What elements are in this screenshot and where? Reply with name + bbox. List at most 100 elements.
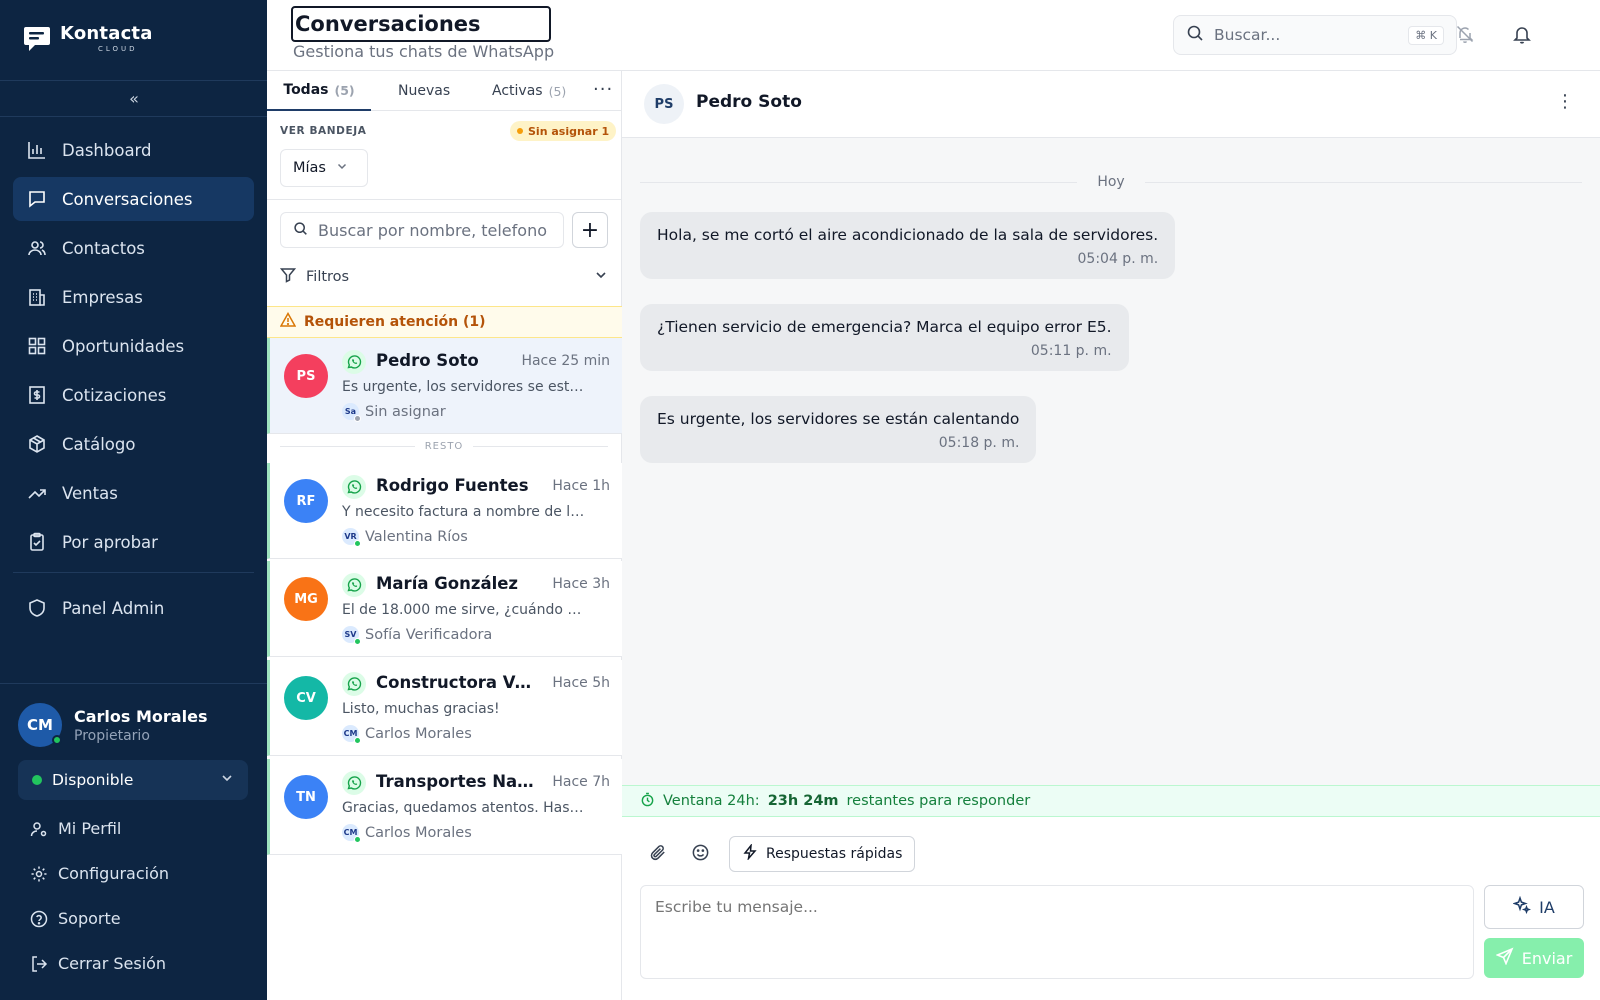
app: Kontacta CLOUD « Dashboard Conversacione…: [0, 0, 1600, 1000]
conversation-item[interactable]: RF Rodrigo Fuentes Hace 1h Y necesito fa…: [267, 463, 622, 559]
sidebar-item-ventas[interactable]: Ventas: [13, 471, 254, 515]
timestamp: Hace 5h: [552, 675, 610, 691]
contact-name: María González: [376, 574, 519, 593]
unassigned-badge[interactable]: Sin asignar 1: [510, 121, 617, 141]
assignee: VR Valentina Ríos: [342, 528, 468, 547]
global-search-input[interactable]: Buscar... ⌘ K: [1173, 15, 1457, 55]
search-icon: [1186, 24, 1204, 46]
conversation-item[interactable]: CV Constructora Vera Hace 5h Listo, much…: [267, 660, 622, 756]
filters-toggle[interactable]: Filtros: [279, 259, 608, 295]
sidebar-item-dashboard[interactable]: Dashboard: [13, 128, 254, 172]
sidebar-item-label: Por aprobar: [62, 532, 158, 552]
composer-toolbar: Respuestas rápidas: [622, 834, 1600, 874]
collapse-sidebar-button[interactable]: «: [122, 86, 146, 110]
timer-icon: [640, 792, 655, 811]
message-bubble: Hola, se me cortó el aire acondicionado …: [640, 212, 1176, 279]
ai-assist-button[interactable]: IA: [1484, 885, 1584, 929]
global-search-placeholder: Buscar...: [1214, 26, 1281, 44]
chat-options-button[interactable]: ⋮: [1556, 91, 1574, 112]
avatar: CM: [342, 824, 361, 843]
sidebar-item-label: Conversaciones: [62, 189, 193, 209]
message-preview: Gracias, quedamos atentos. Hasta pronto: [342, 800, 587, 816]
brand[interactable]: Kontacta CLOUD: [22, 22, 153, 56]
status-dot: [354, 836, 361, 843]
paperclip-icon: [649, 843, 668, 866]
mute-notifications-button[interactable]: [1453, 24, 1477, 48]
message-input[interactable]: [640, 885, 1474, 979]
message-bubble: ¿Tienen servicio de emergencia? Marca el…: [640, 304, 1129, 371]
users-icon: [26, 237, 48, 259]
day-separator: Hoy: [640, 172, 1583, 192]
more-vertical-icon: ⋮: [1556, 91, 1574, 112]
chat-contact-name[interactable]: Pedro Soto: [696, 92, 802, 112]
current-user[interactable]: CM Carlos Morales Propietario: [18, 703, 207, 747]
sidebar-item-por-aprobar[interactable]: Por aprobar: [13, 520, 254, 564]
sidebar-item-oportunidades[interactable]: Oportunidades: [13, 324, 254, 368]
sidebar-item-cotizaciones[interactable]: Cotizaciones: [13, 373, 254, 417]
conversation-item[interactable]: PS Pedro Soto Hace 25 min Es urgente, lo…: [267, 338, 622, 434]
top-header: Conversaciones Gestiona tus chats de Wha…: [267, 0, 1600, 71]
brand-name: Kontacta: [60, 23, 153, 44]
status-dot: [354, 638, 361, 645]
sidebar-item-catalogo[interactable]: Catálogo: [13, 422, 254, 466]
shield-icon: [26, 597, 48, 619]
profile-link[interactable]: Mi Perfil: [30, 806, 250, 851]
timestamp: Hace 25 min: [521, 353, 610, 369]
avatar: CM: [342, 725, 361, 744]
emoji-button[interactable]: [688, 842, 712, 866]
attach-button[interactable]: [646, 842, 670, 866]
more-options-button[interactable]: ···: [593, 79, 613, 100]
reply-window-notice: Ventana 24h: 23h 24m restantes para resp…: [622, 785, 1600, 817]
message-time: 05:11 p. m.: [1030, 343, 1112, 359]
support-link[interactable]: Soporte: [30, 896, 250, 941]
availability-select[interactable]: Disponible: [18, 760, 248, 800]
building-icon: [26, 286, 48, 308]
chevron-down-icon: [336, 160, 348, 176]
sidebar-nav: Dashboard Conversaciones Contactos Empre…: [13, 128, 254, 635]
package-icon: [26, 433, 48, 455]
status-dot: [354, 737, 361, 744]
chat-panel: PS Pedro Soto ⋮ Hoy Hola, se me cortó el…: [622, 71, 1600, 1000]
tab-nuevas[interactable]: Nuevas: [398, 71, 450, 111]
chat-header: PS Pedro Soto ⋮: [622, 71, 1600, 138]
status-dot: [354, 415, 361, 422]
sidebar-item-empresas[interactable]: Empresas: [13, 275, 254, 319]
help-circle-icon: [30, 910, 48, 928]
sidebar-item-conversaciones[interactable]: Conversaciones: [13, 177, 254, 221]
settings-link[interactable]: Configuración: [30, 851, 250, 896]
user-cog-icon: [30, 820, 48, 838]
bell-off-icon: [1455, 24, 1475, 48]
divider: [267, 199, 622, 200]
conversation-search-input[interactable]: Buscar por nombre, telefono: [280, 212, 564, 248]
quick-replies-button[interactable]: Respuestas rápidas: [729, 836, 916, 872]
user-name: Carlos Morales: [74, 706, 208, 726]
grid-icon: [26, 335, 48, 357]
sidebar: Kontacta CLOUD « Dashboard Conversacione…: [0, 0, 267, 1000]
sidebar-item-label: Ventas: [62, 483, 118, 503]
message-text: ¿Tienen servicio de emergencia? Marca el…: [657, 318, 1112, 336]
sidebar-item-label: Cotizaciones: [62, 385, 167, 405]
bar-chart-icon: [26, 139, 48, 161]
logout-link[interactable]: Cerrar Sesión: [30, 941, 250, 986]
filter-icon: [279, 267, 297, 287]
conversation-item[interactable]: TN Transportes Navarro Hace 7h Gracias, …: [267, 759, 622, 855]
tab-activas[interactable]: Activas (5): [492, 71, 566, 111]
inbox-select[interactable]: Mías: [280, 149, 368, 187]
avatar: CM: [18, 703, 62, 747]
clipboard-icon: [26, 531, 48, 553]
receipt-icon: [26, 384, 48, 406]
double-chevron-left-icon: «: [129, 88, 139, 108]
sidebar-divider: [0, 683, 267, 684]
avatar: TN: [284, 775, 328, 819]
new-conversation-button[interactable]: +: [572, 212, 608, 248]
send-button[interactable]: Enviar: [1484, 938, 1584, 978]
sidebar-item-contactos[interactable]: Contactos: [13, 226, 254, 270]
sidebar-item-label: Empresas: [62, 287, 143, 307]
status-dot: [354, 540, 361, 547]
message-text: Es urgente, los servidores se están cale…: [657, 410, 1020, 428]
sidebar-item-panel-admin[interactable]: Panel Admin: [13, 586, 254, 630]
conversation-item[interactable]: MG María González Hace 3h El de 18.000 m…: [267, 561, 622, 657]
notifications-button[interactable]: [1510, 24, 1534, 48]
smile-icon: [691, 843, 710, 866]
tab-todas[interactable]: Todas (5): [267, 71, 371, 111]
